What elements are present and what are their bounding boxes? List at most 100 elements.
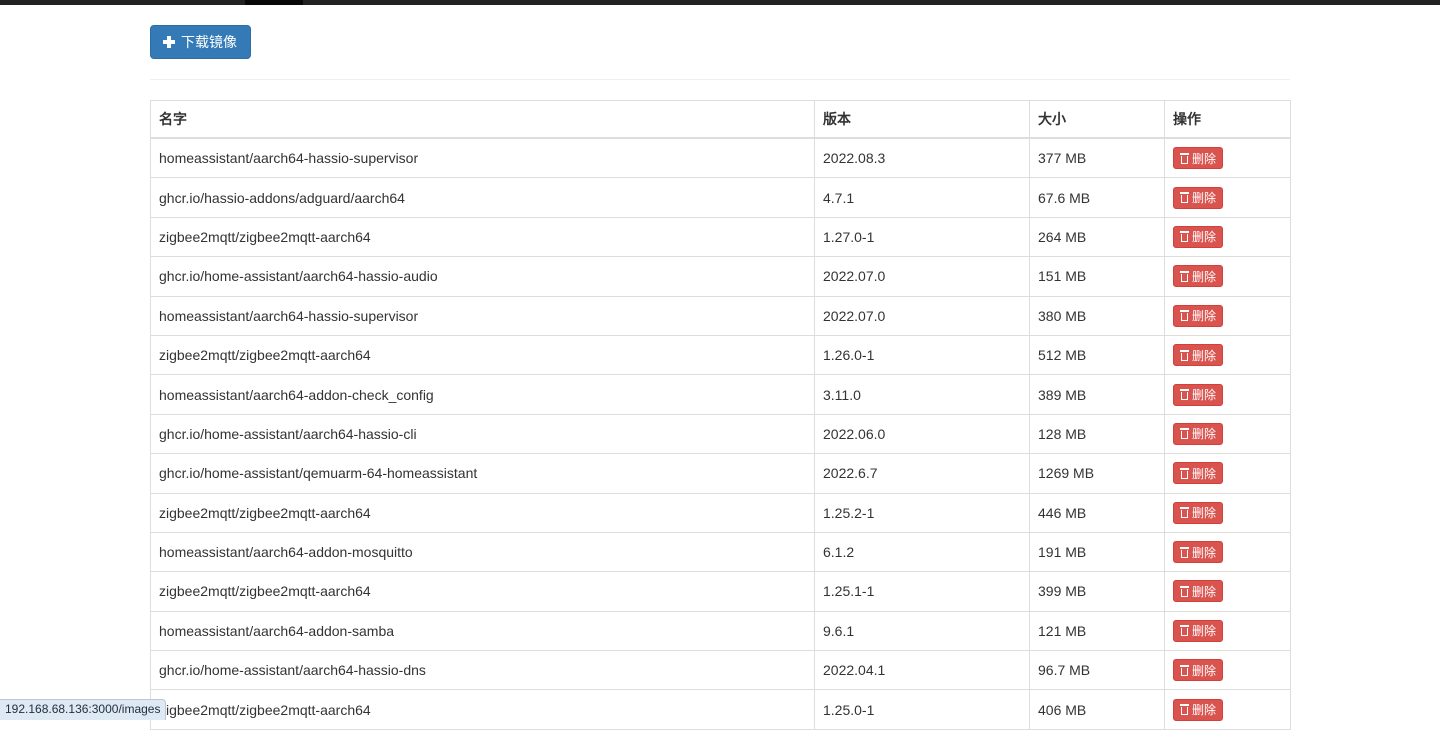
delete-button[interactable]: 删除 <box>1173 384 1223 406</box>
image-size-cell: 128 MB <box>1030 414 1165 453</box>
delete-label: 删除 <box>1192 465 1216 482</box>
action-cell: 删除 <box>1165 454 1291 493</box>
image-name-cell: homeassistant/aarch64-hassio-supervisor <box>151 296 815 335</box>
table-row: ghcr.io/home-assistant/aarch64-hassio-dn… <box>151 651 1291 690</box>
image-name-cell: zigbee2mqtt/zigbee2mqtt-aarch64 <box>151 493 815 532</box>
trash-icon <box>1180 586 1189 597</box>
action-cell: 删除 <box>1165 257 1291 296</box>
trash-icon <box>1180 704 1189 715</box>
image-version-cell: 4.7.1 <box>815 178 1030 217</box>
image-size-cell: 67.6 MB <box>1030 178 1165 217</box>
action-cell: 删除 <box>1165 375 1291 414</box>
delete-button[interactable]: 删除 <box>1173 305 1223 327</box>
table-header-row: 名字 版本 大小 操作 <box>151 101 1291 139</box>
image-version-cell: 3.11.0 <box>815 375 1030 414</box>
image-version-cell: 2022.08.3 <box>815 138 1030 178</box>
image-size-cell: 380 MB <box>1030 296 1165 335</box>
delete-label: 删除 <box>1192 504 1216 521</box>
image-version-cell: 9.6.1 <box>815 611 1030 650</box>
image-size-cell: 512 MB <box>1030 335 1165 374</box>
table-row: zigbee2mqtt/zigbee2mqtt-aarch641.27.0-12… <box>151 217 1291 256</box>
table-row: homeassistant/aarch64-addon-check_config… <box>151 375 1291 414</box>
trash-icon <box>1180 153 1189 164</box>
table-row: ghcr.io/hassio-addons/adguard/aarch644.7… <box>151 178 1291 217</box>
delete-label: 删除 <box>1192 583 1216 600</box>
delete-button[interactable]: 删除 <box>1173 659 1223 681</box>
delete-label: 删除 <box>1192 386 1216 403</box>
table-row: zigbee2mqtt/zigbee2mqtt-aarch641.25.0-14… <box>151 690 1291 729</box>
image-name-cell: ghcr.io/hassio-addons/adguard/aarch64 <box>151 178 815 217</box>
trash-icon <box>1180 428 1189 439</box>
image-name-cell: zigbee2mqtt/zigbee2mqtt-aarch64 <box>151 690 815 729</box>
image-size-cell: 406 MB <box>1030 690 1165 729</box>
action-cell: 删除 <box>1165 414 1291 453</box>
trash-icon <box>1180 389 1189 400</box>
navbar-active-tab[interactable] <box>245 0 303 5</box>
table-row: ghcr.io/home-assistant/aarch64-hassio-cl… <box>151 414 1291 453</box>
table-row: homeassistant/aarch64-hassio-supervisor2… <box>151 138 1291 178</box>
delete-button[interactable]: 删除 <box>1173 147 1223 169</box>
action-cell: 删除 <box>1165 651 1291 690</box>
action-cell: 删除 <box>1165 138 1291 178</box>
table-row: homeassistant/aarch64-addon-mosquitto6.1… <box>151 532 1291 571</box>
image-version-cell: 2022.06.0 <box>815 414 1030 453</box>
image-name-cell: homeassistant/aarch64-addon-samba <box>151 611 815 650</box>
image-size-cell: 151 MB <box>1030 257 1165 296</box>
image-version-cell: 1.26.0-1 <box>815 335 1030 374</box>
delete-button[interactable]: 删除 <box>1173 502 1223 524</box>
trash-icon <box>1180 547 1189 558</box>
delete-button[interactable]: 删除 <box>1173 344 1223 366</box>
trash-icon <box>1180 310 1189 321</box>
trash-icon <box>1180 507 1189 518</box>
delete-button[interactable]: 删除 <box>1173 580 1223 602</box>
action-cell: 删除 <box>1165 296 1291 335</box>
image-name-cell: ghcr.io/home-assistant/aarch64-hassio-cl… <box>151 414 815 453</box>
delete-button[interactable]: 删除 <box>1173 423 1223 445</box>
delete-label: 删除 <box>1192 307 1216 324</box>
status-bar-url: 192.168.68.136:3000/images <box>0 699 166 720</box>
delete-button[interactable]: 删除 <box>1173 265 1223 287</box>
trash-icon <box>1180 271 1189 282</box>
delete-button[interactable]: 删除 <box>1173 187 1223 209</box>
image-name-cell: zigbee2mqtt/zigbee2mqtt-aarch64 <box>151 572 815 611</box>
image-name-cell: homeassistant/aarch64-hassio-supervisor <box>151 138 815 178</box>
image-version-cell: 2022.6.7 <box>815 454 1030 493</box>
action-cell: 删除 <box>1165 335 1291 374</box>
trash-icon <box>1180 625 1189 636</box>
column-header-size: 大小 <box>1030 101 1165 139</box>
delete-button[interactable]: 删除 <box>1173 226 1223 248</box>
image-version-cell: 1.25.1-1 <box>815 572 1030 611</box>
top-navbar <box>0 0 1440 5</box>
image-size-cell: 446 MB <box>1030 493 1165 532</box>
table-row: zigbee2mqtt/zigbee2mqtt-aarch641.26.0-15… <box>151 335 1291 374</box>
trash-icon <box>1180 231 1189 242</box>
delete-button[interactable]: 删除 <box>1173 699 1223 721</box>
table-row: homeassistant/aarch64-hassio-supervisor2… <box>151 296 1291 335</box>
divider <box>150 79 1290 80</box>
plus-icon <box>163 36 175 48</box>
download-image-button[interactable]: 下载镜像 <box>150 25 251 59</box>
action-cell: 删除 <box>1165 572 1291 611</box>
image-version-cell: 2022.07.0 <box>815 257 1030 296</box>
trash-icon <box>1180 468 1189 479</box>
action-cell: 删除 <box>1165 611 1291 650</box>
image-name-cell: ghcr.io/home-assistant/aarch64-hassio-au… <box>151 257 815 296</box>
image-name-cell: zigbee2mqtt/zigbee2mqtt-aarch64 <box>151 335 815 374</box>
delete-button[interactable]: 删除 <box>1173 620 1223 642</box>
table-row: homeassistant/aarch64-addon-samba9.6.112… <box>151 611 1291 650</box>
delete-button[interactable]: 删除 <box>1173 541 1223 563</box>
delete-label: 删除 <box>1192 189 1216 206</box>
action-cell: 删除 <box>1165 532 1291 571</box>
image-version-cell: 2022.04.1 <box>815 651 1030 690</box>
delete-button[interactable]: 删除 <box>1173 462 1223 484</box>
download-image-label: 下载镜像 <box>181 32 237 52</box>
image-size-cell: 96.7 MB <box>1030 651 1165 690</box>
image-size-cell: 399 MB <box>1030 572 1165 611</box>
delete-label: 删除 <box>1192 662 1216 679</box>
column-header-action: 操作 <box>1165 101 1291 139</box>
image-size-cell: 377 MB <box>1030 138 1165 178</box>
image-version-cell: 1.25.2-1 <box>815 493 1030 532</box>
image-name-cell: homeassistant/aarch64-addon-check_config <box>151 375 815 414</box>
image-size-cell: 264 MB <box>1030 217 1165 256</box>
column-header-name: 名字 <box>151 101 815 139</box>
